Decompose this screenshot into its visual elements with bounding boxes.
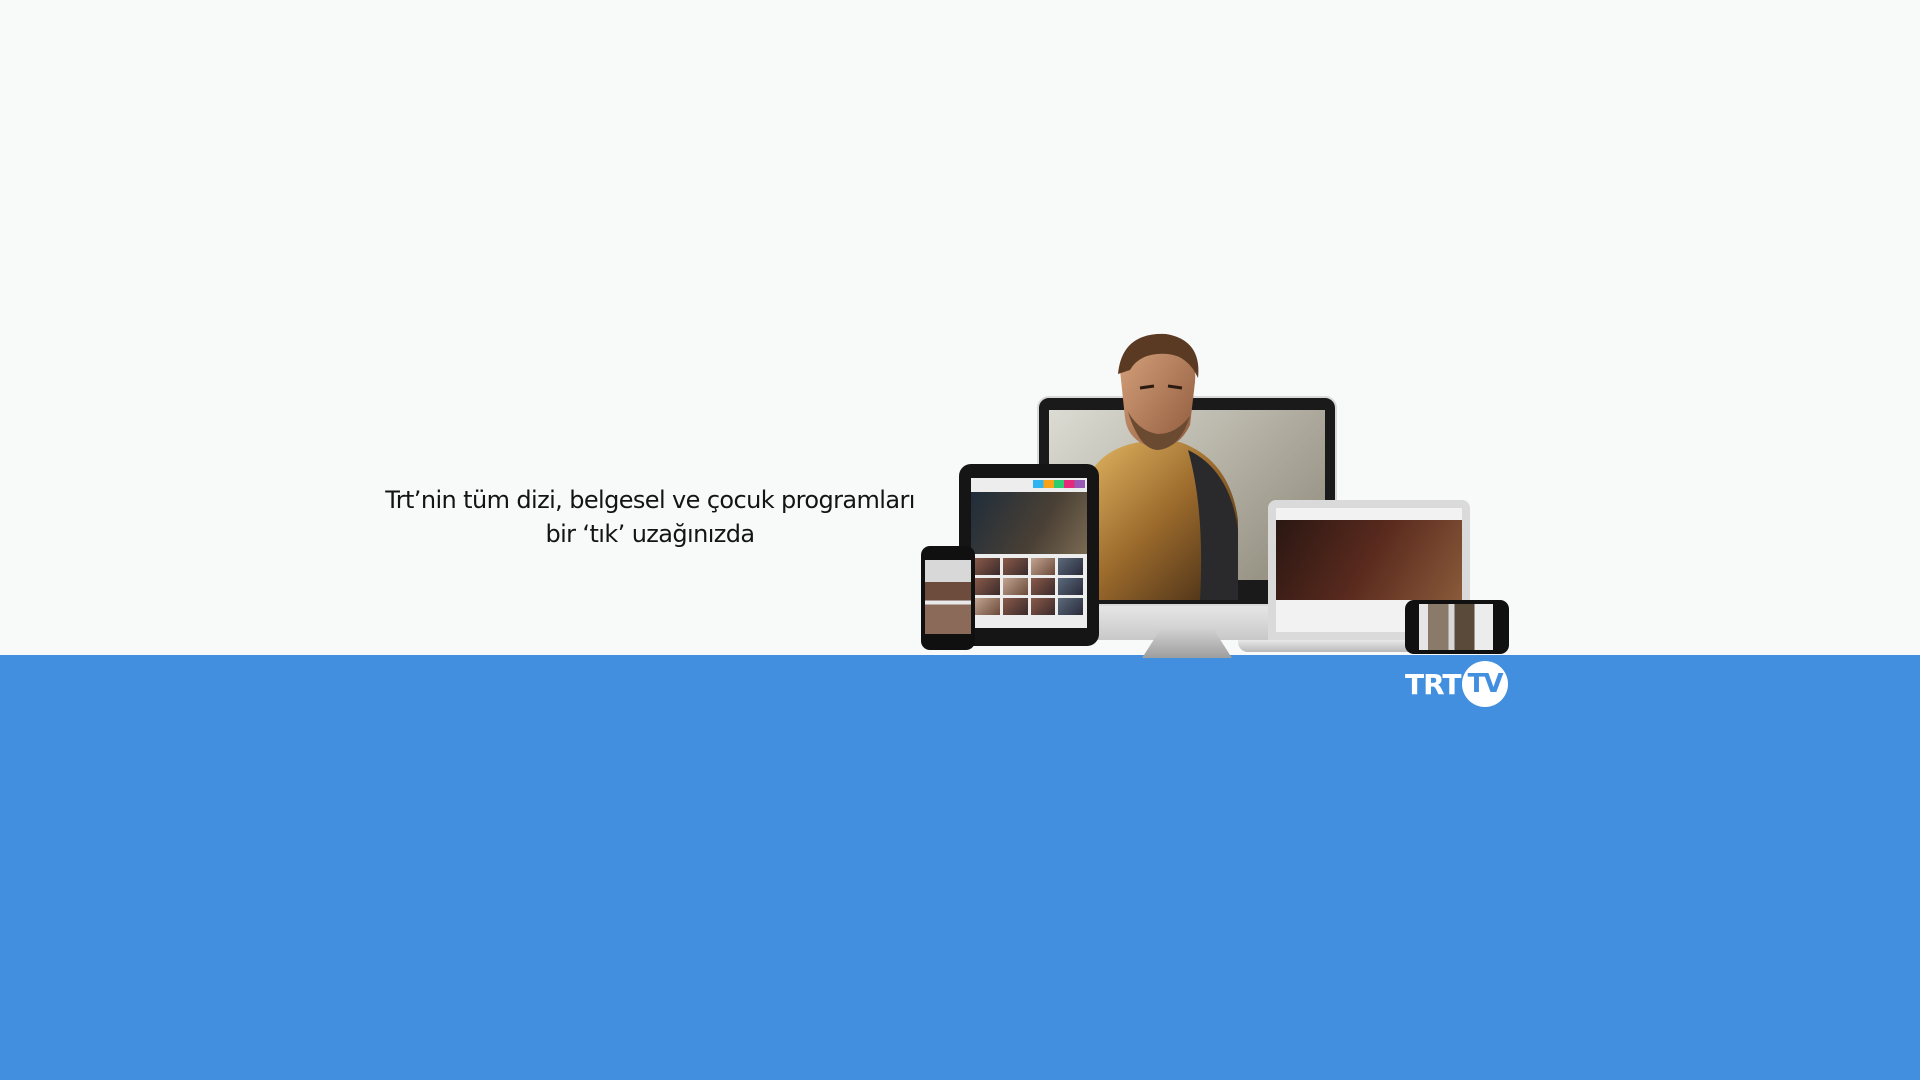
tablet-device: [959, 464, 1099, 646]
tagline-line-2: bir ‘tık’ uzağınızda: [545, 520, 755, 548]
phone-landscape-screen: [1419, 604, 1493, 650]
tablet-screen: [971, 478, 1087, 628]
tagline-line-1: Trt’nin tüm dizi, belgesel ve çocuk prog…: [385, 486, 915, 514]
phone-portrait-screen: [925, 560, 971, 634]
tablet-thumbnails: [975, 558, 1083, 615]
phone-portrait: [921, 546, 975, 650]
trt-tv-logo: TRT TV: [1405, 660, 1508, 708]
devices-illustration: [920, 330, 1520, 660]
channel-banner: Trt’nin tüm dizi, belgesel ve çocuk prog…: [0, 0, 1920, 1080]
logo-tv-badge: TV: [1461, 661, 1508, 707]
laptop-hero-image: [1276, 520, 1462, 600]
phone-landscape: [1405, 600, 1509, 654]
tablet-menu-bar: [1033, 480, 1085, 488]
logo-trt-text: TRT: [1405, 667, 1462, 701]
banner-bottom-band: [0, 655, 1920, 1080]
tablet-hero-image: [971, 492, 1087, 554]
banner-tagline: Trt’nin tüm dizi, belgesel ve çocuk prog…: [380, 483, 920, 551]
